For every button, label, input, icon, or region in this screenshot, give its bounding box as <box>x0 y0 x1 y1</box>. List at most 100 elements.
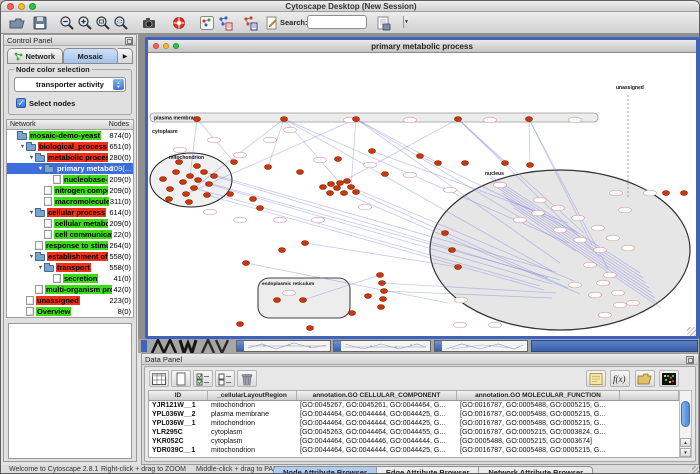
table-row[interactable]: YDR039C__1mitochondrion[GO:0044464, GO:0… <box>149 446 679 455</box>
network-node[interactable] <box>327 191 334 196</box>
network-node[interactable] <box>307 326 314 331</box>
new-network-from-selected-edges-icon[interactable] <box>240 14 259 32</box>
network-node[interactable] <box>335 157 342 162</box>
zoom-selected-icon[interactable] <box>111 14 130 32</box>
network-node[interactable] <box>279 248 286 253</box>
save-session-icon[interactable] <box>30 14 49 32</box>
dropdown-stepper-icon[interactable]: ▲▼ <box>113 79 124 90</box>
network-node[interactable] <box>195 178 202 183</box>
expand-arrow-icon[interactable]: ▼ <box>19 144 26 150</box>
table-column-header[interactable]: annotation.GO CELLULAR_COMPONENT <box>297 391 457 400</box>
tree-item[interactable]: nucleobase-209(0) <box>7 174 133 185</box>
network-node[interactable] <box>369 149 376 154</box>
network-node[interactable] <box>211 174 218 179</box>
vizmapper-icon[interactable] <box>197 14 216 32</box>
network-node[interactable] <box>526 117 533 122</box>
network-node[interactable] <box>231 160 238 165</box>
tree-item[interactable]: ▼biological_process651(0) <box>7 141 133 152</box>
network-node[interactable] <box>462 161 469 166</box>
tree-item[interactable]: nitrogen compo209(0) <box>7 185 133 196</box>
search-dropdown-icon[interactable]: ▼ <box>403 16 409 28</box>
network-node[interactable] <box>455 117 462 122</box>
table-row[interactable]: YKR052Ccytoplasm[GO:0044464, GO:0044446,… <box>149 437 679 446</box>
network-node[interactable] <box>243 261 250 266</box>
network-canvas[interactable]: plasma membranecytoplasmmitochondrionnuc… <box>148 53 696 336</box>
tab-node-attribute-browser[interactable]: Node Attribute Browser <box>274 467 377 474</box>
network-node[interactable] <box>191 186 198 191</box>
expand-arrow-icon[interactable]: ▼ <box>37 166 44 172</box>
network-node[interactable] <box>201 170 208 175</box>
network-node[interactable] <box>382 172 389 177</box>
attribute-notes-icon[interactable] <box>586 370 606 387</box>
expand-arrow-icon[interactable]: ▼ <box>37 265 44 271</box>
tree-item[interactable]: secretion41(0) <box>7 273 133 284</box>
frame-resize-grip[interactable] <box>687 327 696 336</box>
network-node[interactable] <box>250 197 257 202</box>
tree-item[interactable]: mosaic-demo-yeast874(0) <box>7 130 133 141</box>
network-node[interactable] <box>265 165 272 170</box>
tab-network[interactable]: Network <box>7 48 63 64</box>
network-node[interactable] <box>348 185 355 190</box>
select-all-attributes-icon[interactable] <box>193 370 213 387</box>
float-panel-icon[interactable] <box>125 37 133 45</box>
tree-item[interactable]: multi-organism pro42(0) <box>7 284 133 295</box>
expand-arrow-icon[interactable]: ▼ <box>28 155 35 161</box>
network-node[interactable] <box>194 164 201 169</box>
search-box[interactable]: ▼ <box>307 15 367 29</box>
network-node[interactable] <box>681 191 688 196</box>
tree-item[interactable]: response to stimulu264(0) <box>7 240 133 251</box>
network-node[interactable] <box>442 231 449 236</box>
tree-item[interactable]: ▼establishment of lo558(0) <box>7 251 133 262</box>
table-row[interactable]: YLR295Ccytoplasm[GO:0045263, GO:0044464,… <box>149 428 679 437</box>
scroll-down-icon[interactable]: ▼ <box>680 448 691 457</box>
tree-item[interactable]: ▼metabolic process280(0) <box>7 152 133 163</box>
network-node[interactable] <box>341 191 348 196</box>
network-edge[interactable] <box>529 119 530 165</box>
expand-arrow-icon[interactable]: ▼ <box>28 254 35 260</box>
table-row[interactable]: YJR121W__1mitochondrion[GO:0045267, GO:0… <box>149 401 679 410</box>
network-node[interactable] <box>502 161 509 166</box>
table-column-header[interactable] <box>620 391 679 400</box>
help-lifering-icon[interactable] <box>169 14 188 32</box>
window-resize-grip[interactable] <box>692 466 700 474</box>
network-node[interactable] <box>328 182 335 187</box>
network-node[interactable] <box>337 181 344 186</box>
frame-titlebar[interactable]: primary metabolic process <box>148 40 696 53</box>
network-node[interactable] <box>380 297 387 302</box>
tree-item[interactable]: cell communicat22(0) <box>7 229 133 240</box>
network-node[interactable] <box>353 117 360 122</box>
tab-edge-attribute-browser[interactable]: Edge Attribute Browser <box>377 467 479 474</box>
network-node[interactable] <box>302 241 309 246</box>
tree-item[interactable]: ▼transport558(0) <box>7 262 133 273</box>
table-scrollbar[interactable]: ▲ ▼ <box>679 390 692 458</box>
background-window-titlebar[interactable] <box>531 340 698 352</box>
network-node[interactable] <box>527 163 534 168</box>
network-node[interactable] <box>417 154 424 159</box>
background-window-thumbnail[interactable] <box>236 340 331 352</box>
select-nodes-checkbox[interactable]: ✓ <box>16 98 26 108</box>
more-tabs-button[interactable]: ▶ <box>118 48 133 64</box>
network-node[interactable] <box>344 179 351 184</box>
zoom-in-icon[interactable] <box>75 14 94 32</box>
network-node[interactable] <box>183 192 190 197</box>
network-node[interactable] <box>160 177 167 182</box>
zoom-fit-icon[interactable] <box>93 14 112 32</box>
table-row[interactable]: YPL036W__1mitochondrion[GO:0044464, GO:0… <box>149 419 679 428</box>
network-node[interactable] <box>173 170 180 175</box>
network-node[interactable] <box>297 170 304 175</box>
network-node[interactable] <box>204 193 211 198</box>
function-builder-icon[interactable]: f(x) <box>610 370 630 387</box>
network-view-frame[interactable]: primary metabolic process plasma membran… <box>145 37 699 339</box>
network-node[interactable] <box>435 161 442 166</box>
network-node[interactable] <box>300 298 307 303</box>
background-window-thumbnail[interactable] <box>333 340 431 352</box>
network-node[interactable] <box>206 182 213 187</box>
tree-item[interactable]: ▼cellular process614(0) <box>7 207 133 218</box>
table-column-header[interactable]: ID <box>149 391 208 400</box>
network-node[interactable] <box>379 281 386 286</box>
network-node[interactable] <box>274 298 281 303</box>
network-node[interactable] <box>227 192 234 197</box>
network-node[interactable] <box>176 160 183 165</box>
network-node[interactable] <box>378 305 385 310</box>
tree-item[interactable]: ▼primary metabo209(... <box>7 163 133 174</box>
